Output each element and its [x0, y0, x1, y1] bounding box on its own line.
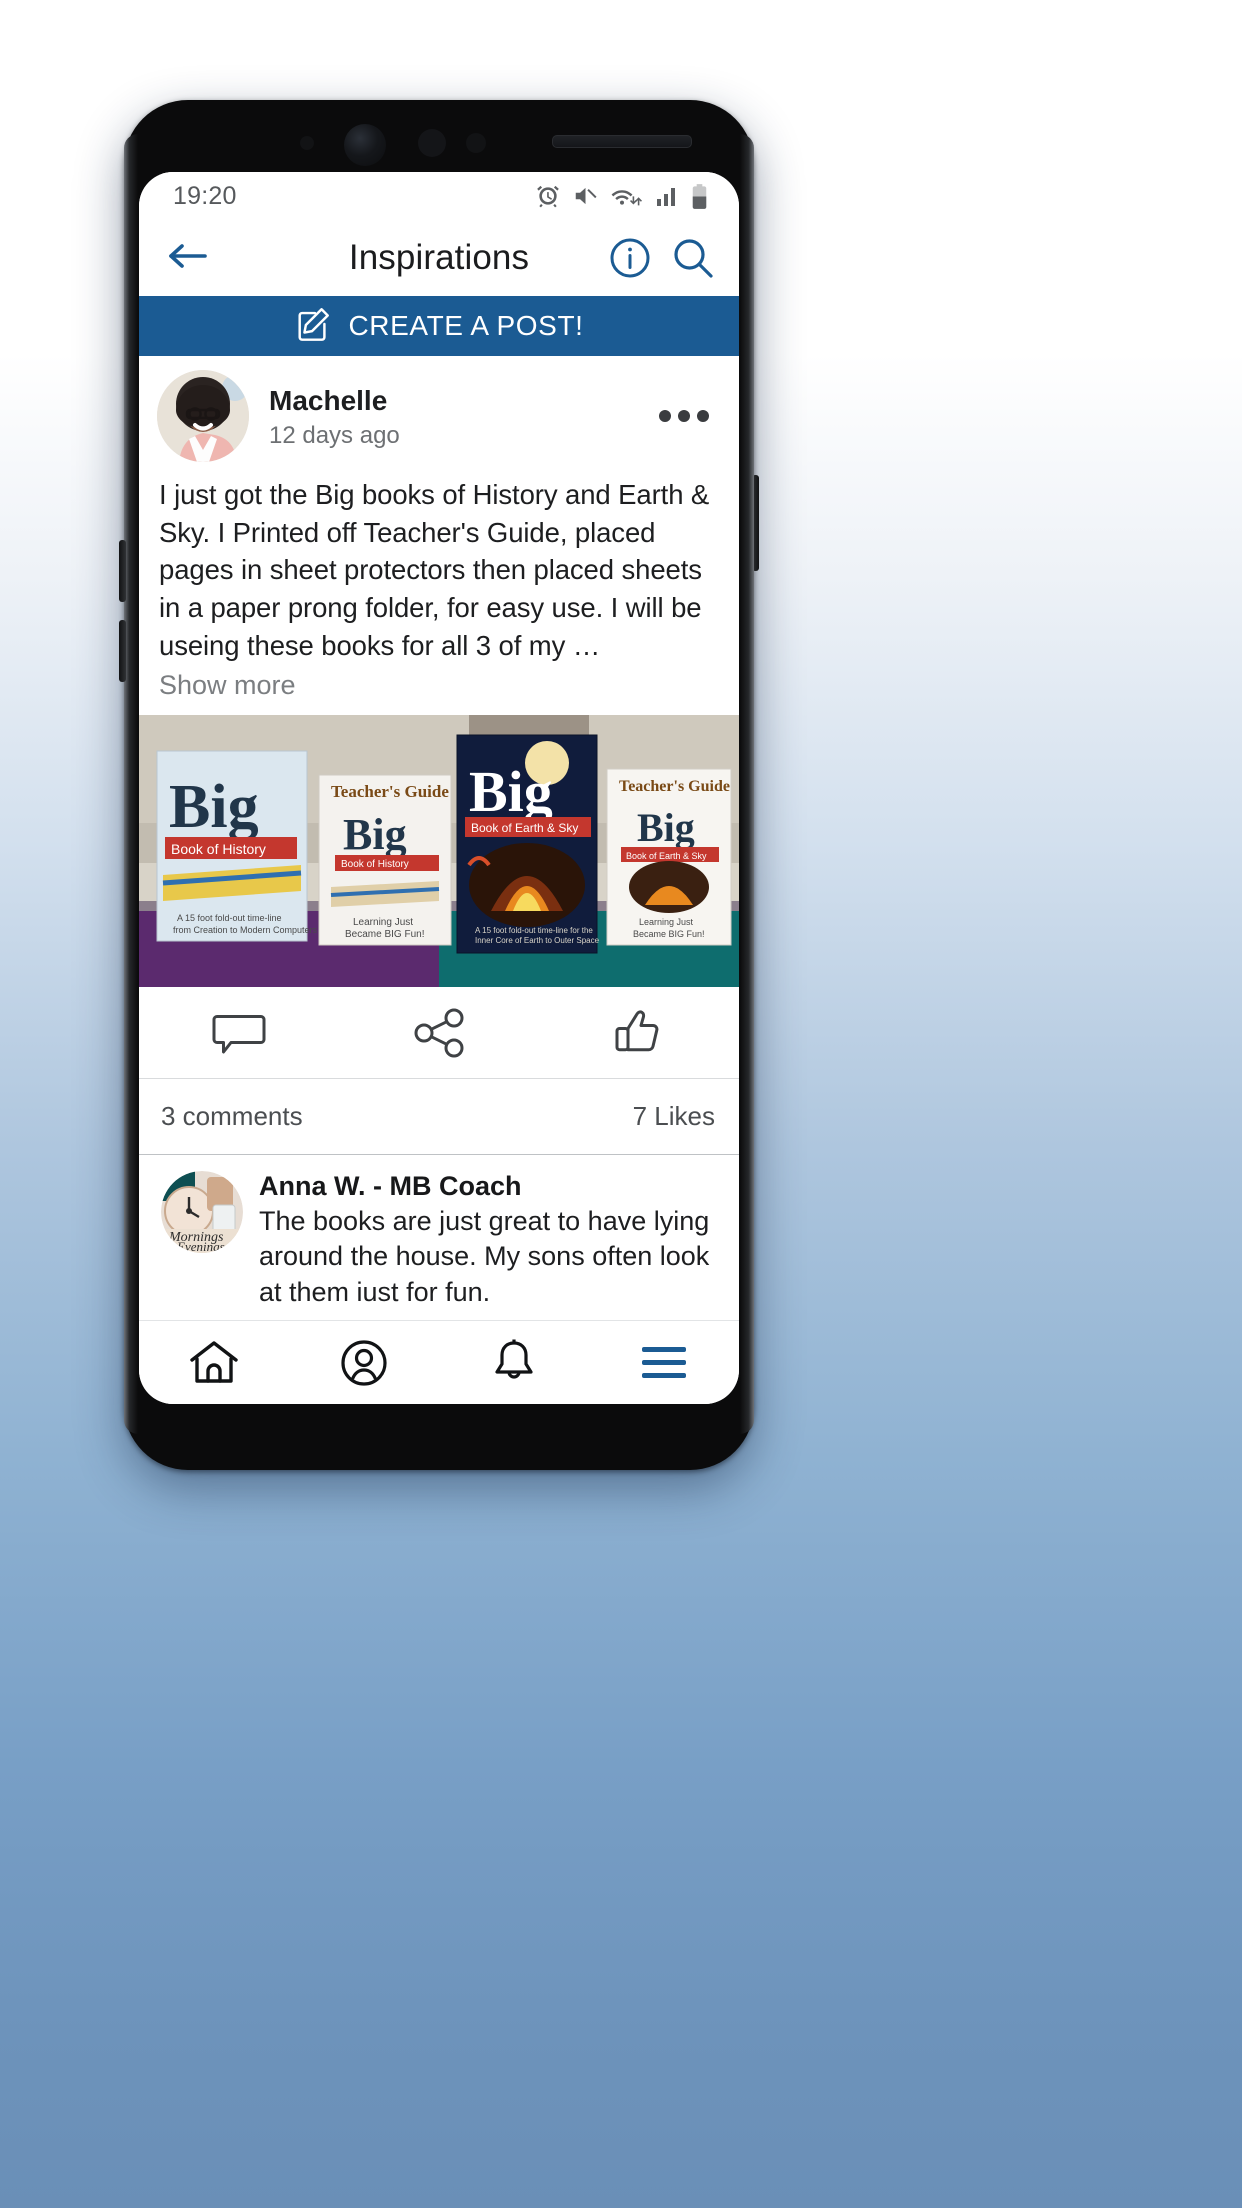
status-bar: 19:20	[139, 172, 739, 220]
device-sensor-bar	[124, 100, 754, 178]
share-icon	[412, 1007, 466, 1059]
commenter-avatar[interactable]: Mornings Evenings	[161, 1171, 243, 1254]
more-options-icon[interactable]	[655, 404, 713, 428]
svg-text:Big: Big	[637, 805, 695, 850]
svg-text:Book of Earth & Sky: Book of Earth & Sky	[471, 821, 578, 835]
svg-text:A 15 foot fold-out time-line: A 15 foot fold-out time-line	[177, 913, 282, 923]
comment-bubble-icon	[211, 1008, 267, 1058]
create-post-button[interactable]: CREATE A POST!	[139, 296, 739, 356]
svg-text:Book of History: Book of History	[171, 841, 266, 857]
nav-menu[interactable]	[589, 1347, 739, 1378]
hamburger-menu-icon	[642, 1347, 686, 1378]
volume-down-button[interactable]	[119, 620, 126, 682]
like-count[interactable]: 7 Likes	[633, 1101, 715, 1132]
svg-text:Evenings: Evenings	[176, 1239, 225, 1253]
info-icon[interactable]	[607, 235, 653, 281]
phone-screen: 19:20 Inspirations CREATE A POST! Machel…	[139, 172, 739, 1404]
svg-text:Big: Big	[169, 773, 259, 841]
mute-icon	[572, 183, 599, 209]
comment-action[interactable]	[139, 1008, 339, 1058]
svg-text:Became BIG Fun!: Became BIG Fun!	[633, 929, 705, 939]
status-icons	[535, 183, 709, 210]
comment-body: Anna W. - MB Coach The books are just gr…	[259, 1171, 719, 1309]
home-icon	[187, 1338, 241, 1388]
comment-count[interactable]: 3 comments	[161, 1101, 303, 1132]
nav-profile[interactable]	[289, 1337, 439, 1389]
post-counts: 3 comments 7 Likes	[139, 1079, 739, 1156]
svg-text:Inner Core of Earth to Outer S: Inner Core of Earth to Outer Space	[475, 936, 600, 945]
battery-icon	[690, 183, 709, 210]
create-post-label: CREATE A POST!	[348, 310, 584, 341]
share-action[interactable]	[339, 1007, 539, 1059]
show-more-link[interactable]: Show more	[159, 670, 719, 701]
post-image[interactable]: Big Book of History A 15 foot fold-out t…	[139, 715, 739, 988]
avatar[interactable]	[157, 370, 249, 462]
comment-item: Mornings Evenings Anna W. - MB Coach The…	[139, 1155, 739, 1309]
svg-text:Learning Just: Learning Just	[353, 917, 413, 928]
earpiece-speaker	[552, 135, 692, 148]
svg-text:Became BIG Fun!: Became BIG Fun!	[345, 929, 424, 940]
svg-text:A 15 foot fold-out time-line f: A 15 foot fold-out time-line for the	[475, 926, 593, 935]
post-author-block: Machelle 12 days ago	[269, 383, 655, 450]
post-actions	[139, 987, 739, 1080]
svg-text:Big: Big	[469, 759, 553, 824]
thumbs-up-icon	[612, 1006, 666, 1060]
svg-text:Learning Just: Learning Just	[639, 917, 694, 927]
front-camera-icon	[344, 124, 386, 166]
light-sensor	[466, 133, 486, 153]
volume-up-button[interactable]	[119, 540, 126, 602]
comment-text: The books are just great to have lying a…	[259, 1206, 710, 1307]
nav-notifications[interactable]	[439, 1337, 589, 1389]
post-body: I just got the Big books of History and …	[139, 472, 739, 701]
post-text: I just got the Big books of History and …	[159, 479, 710, 661]
proximity-sensor	[418, 129, 446, 157]
svg-text:Book of Earth & Sky: Book of Earth & Sky	[626, 851, 707, 861]
commenter-name: Anna W. - MB Coach	[259, 1171, 522, 1202]
post-author-name: Machelle	[269, 384, 388, 416]
back-button[interactable]	[165, 239, 217, 278]
status-clock: 19:20	[173, 181, 237, 210]
svg-text:from Creation to Modern Comput: from Creation to Modern Computers	[173, 925, 318, 935]
search-icon[interactable]	[669, 234, 717, 282]
post-header: Machelle 12 days ago	[139, 356, 739, 472]
svg-text:Teacher's Guide: Teacher's Guide	[619, 778, 730, 795]
power-button[interactable]	[752, 475, 759, 571]
header-actions	[607, 234, 717, 282]
alarm-icon	[535, 183, 561, 209]
sensor-dot	[300, 136, 314, 150]
phone-device: 19:20 Inspirations CREATE A POST! Machel…	[119, 100, 759, 1470]
nav-home[interactable]	[139, 1338, 289, 1388]
bottom-navigation	[139, 1320, 739, 1404]
wifi-icon	[610, 183, 644, 209]
person-circle-icon	[338, 1337, 390, 1389]
svg-text:Book of History: Book of History	[341, 859, 409, 870]
app-header: Inspirations	[139, 220, 739, 296]
svg-text:Teacher's Guide: Teacher's Guide	[331, 782, 449, 801]
signal-icon	[655, 183, 679, 209]
svg-text:Big: Big	[343, 810, 407, 859]
compose-icon	[294, 305, 332, 348]
bell-icon	[490, 1337, 538, 1389]
post-timestamp: 12 days ago	[269, 421, 400, 449]
like-action[interactable]	[539, 1006, 739, 1060]
post-feed: Machelle 12 days ago I just got the Big …	[139, 356, 739, 1320]
back-arrow-icon	[165, 239, 209, 278]
